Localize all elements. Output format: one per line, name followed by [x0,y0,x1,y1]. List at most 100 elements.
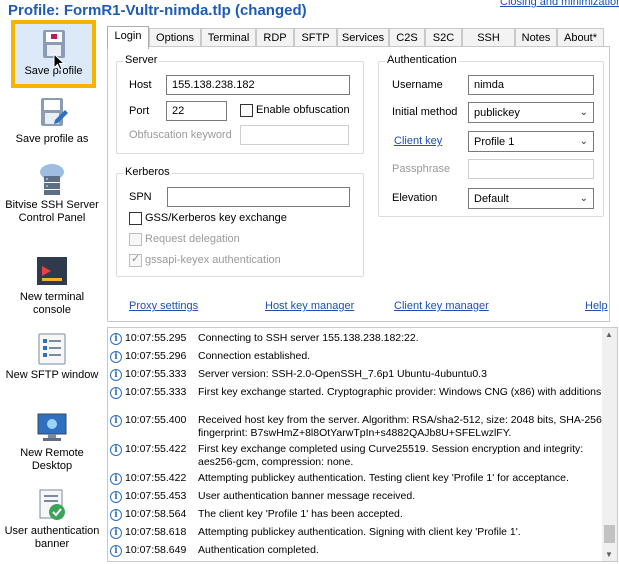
info-icon: i [110,527,122,539]
user-auth-banner-button[interactable]: User authentication banner [0,488,104,551]
port-label: Port [129,105,150,117]
tab-ssh[interactable]: SSH [462,28,515,48]
tab-notes[interactable]: Notes [515,28,557,48]
login-tab-panel: Server Host 155.138.238.182 Port 22 Enab… [107,46,610,322]
chevron-down-icon: ⌄ [579,107,588,118]
sftp-icon [38,333,66,365]
log-time: 10:07:55.453 [125,490,187,502]
save-profile-as-icon [41,98,68,126]
host-input[interactable]: 155.138.238.182 [166,75,350,95]
log-scrollbar[interactable]: ▲ ▼ [602,328,617,561]
server-control-icon [40,164,64,195]
host-key-manager-link[interactable]: Host key manager [265,300,354,312]
log-time: 10:07:55.333 [125,386,187,398]
proxy-settings-link[interactable]: Proxy settings [129,300,198,312]
info-icon: i [110,473,122,485]
info-icon: i [110,509,122,521]
info-icon: i [110,415,122,427]
spn-input[interactable] [167,187,350,207]
auth-banner-icon [39,489,65,520]
client-key-select[interactable]: Profile 1 ⌄ [468,131,594,152]
gss-kerberos-checkbox[interactable] [129,212,142,225]
tab-sftp[interactable]: SFTP [294,28,337,48]
info-icon: i [110,369,122,381]
closing-minimization-link[interactable]: Closing and minimization [500,0,619,8]
save-profile-as-button[interactable]: Save profile as [0,96,104,146]
log-time: 10:07:55.422 [125,443,187,455]
client-key-value: Profile 1 [474,136,515,148]
sidebar-label: Save profile as [15,133,89,145]
client-key-manager-link[interactable]: Client key manager [394,300,489,312]
info-icon: i [110,333,122,345]
enable-obfuscation-checkbox[interactable] [240,104,253,117]
kerberos-group-title: Kerberos [123,166,172,178]
username-label: Username [392,79,443,91]
username-input[interactable]: nimda [468,75,594,95]
scrollbar-thumb[interactable] [604,525,615,543]
request-delegation-label: Request delegation [145,233,240,245]
log-message: Authentication completed. [198,544,319,556]
new-sftp-window-button[interactable]: New SFTP window [0,332,104,382]
port-input[interactable]: 22 [166,101,227,121]
remote-desktop-icon [37,413,67,441]
checkmark-icon: ✓ [131,253,141,265]
client-key-link[interactable]: Client key [394,135,442,147]
tab-bar: Login Options Terminal RDP SFTP Services… [107,26,607,49]
window-title: Profile: FormR1-Vultr-nimda.tlp (changed… [8,2,307,19]
log-message: Server version: SSH-2.0-OpenSSH_7.6p1 Ub… [198,368,487,380]
tab-about[interactable]: About* [557,28,604,48]
help-link[interactable]: Help [585,300,608,312]
info-icon: i [110,491,122,503]
sidebar-label: New Remote Desktop [20,447,84,472]
log-time: 10:07:55.295 [125,332,187,344]
info-icon: i [110,545,122,557]
elevation-value: Default [474,193,509,205]
initial-method-select[interactable]: publickey ⌄ [468,102,594,123]
new-terminal-console-button[interactable]: New terminal console [0,254,104,317]
gss-kerberos-label: GSS/Kerberos key exchange [145,212,287,224]
log-message: First key exchange started. Cryptographi… [198,386,602,398]
info-icon: i [110,351,122,363]
info-icon: i [110,387,122,399]
request-delegation-checkbox[interactable] [129,233,142,246]
tab-c2s[interactable]: C2S [389,28,425,48]
tab-services[interactable]: Services [337,28,389,48]
log-time: 10:07:58.649 [125,544,187,556]
log-message: User authentication banner message recei… [198,490,416,502]
sidebar-label: New terminal console [19,291,85,316]
sidebar-label: User authentication banner [4,525,100,550]
gssapi-keyex-label: gssapi-keyex authentication [145,254,281,266]
chevron-down-icon: ⌄ [579,193,588,204]
obfuscation-keyword-label: Obfuscation keyword [129,129,232,141]
scroll-up-icon[interactable]: ▲ [605,330,613,339]
log-message: Attempting publickey authentication. Sig… [198,526,521,538]
tab-options[interactable]: Options [149,28,201,48]
tab-terminal[interactable]: Terminal [201,28,256,48]
log-time: 10:07:55.400 [125,414,187,426]
log-message: Connection established. [198,350,311,362]
initial-method-label: Initial method [392,106,458,118]
enable-obfuscation-label: Enable obfuscation [256,104,350,116]
log-time: 10:07:58.618 [125,526,187,538]
tab-rdp[interactable]: RDP [256,28,294,48]
elevation-select[interactable]: Default ⌄ [468,188,594,209]
authentication-group-title: Authentication [385,54,459,66]
obfuscation-keyword-input[interactable] [240,125,349,145]
server-group-title: Server [123,54,160,66]
tab-login[interactable]: Login [107,26,149,49]
connection-log[interactable]: i 10:07:55.295 Connecting to SSH server … [107,327,618,562]
tab-s2c[interactable]: S2C [425,28,462,48]
gssapi-keyex-checkbox[interactable]: ✓ [129,253,142,267]
spn-label: SPN [129,191,152,203]
log-message: The client key 'Profile 1' has been acce… [198,508,403,520]
elevation-label: Elevation [392,192,438,204]
mouse-cursor-icon [53,53,66,71]
info-icon: i [110,444,122,456]
new-remote-desktop-button[interactable]: New Remote Desktop [0,410,104,473]
scroll-down-icon[interactable]: ▼ [605,550,613,559]
server-control-panel-button[interactable]: Bitvise SSH Server Control Panel [0,162,104,225]
log-time: 10:07:58.564 [125,508,187,520]
passphrase-input[interactable] [468,159,594,179]
passphrase-label: Passphrase [392,163,451,175]
sidebar-label: Bitvise SSH Server Control Panel [5,199,99,224]
